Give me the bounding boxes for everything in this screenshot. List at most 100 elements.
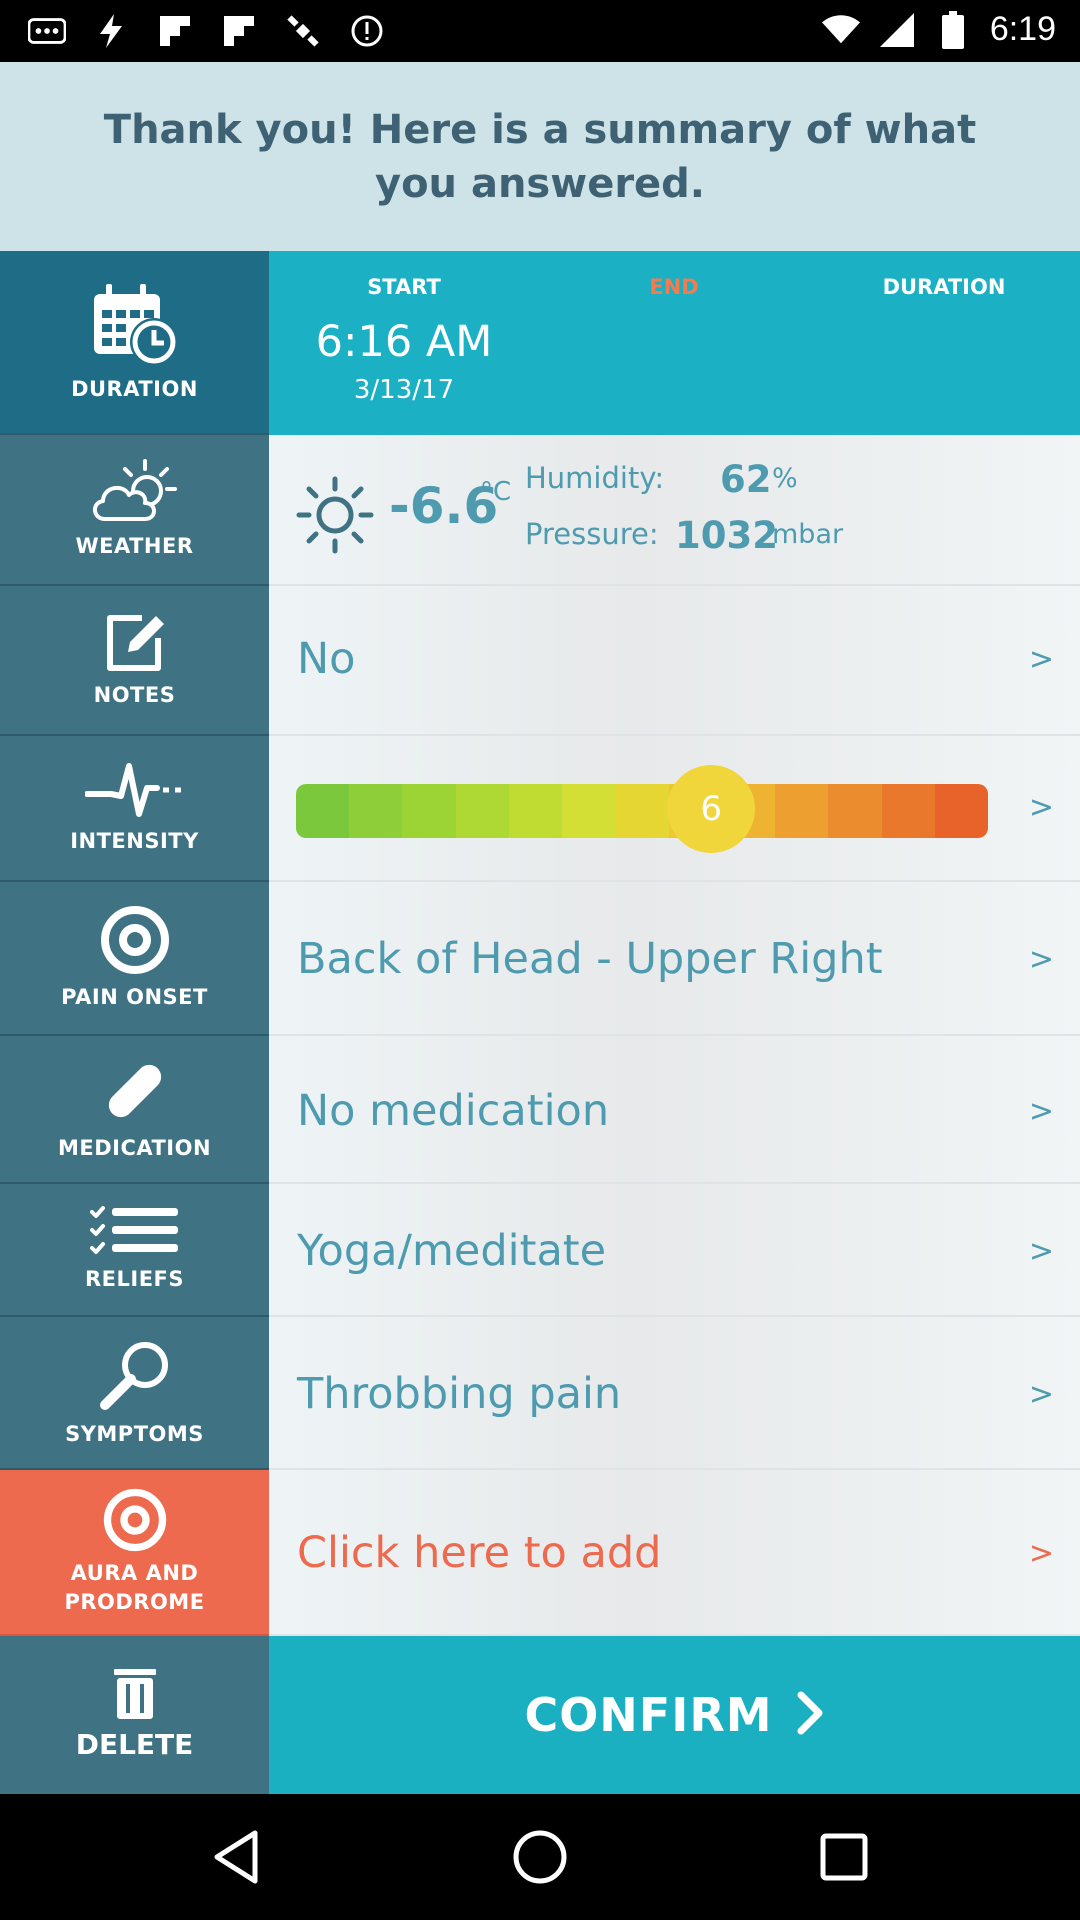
wifi-icon [821,11,860,49]
intensity-segment[interactable] [881,784,935,838]
pressure-label: Pressure: [525,517,659,551]
pressure-unit: mbar [772,519,844,550]
home-icon[interactable] [510,1827,570,1887]
sidebar-item-label: MEDICATION [57,1136,212,1160]
reliefs-row[interactable]: Yoga/meditate > [269,1184,1080,1317]
sidebar-item-symptoms[interactable]: SYMPTOMS [0,1317,269,1470]
start-time[interactable]: 6:16 AM [304,317,504,367]
intensity-segment[interactable] [934,784,988,838]
intensity-segment[interactable] [562,784,616,838]
target-icon [102,1487,168,1553]
intensity-segment[interactable] [296,784,350,838]
sidebar-item-label: NOTES [93,683,176,707]
sidebar-item-label: INTENSITY [70,829,199,853]
pressure-value: 1032 [675,514,778,557]
intensity-segment[interactable] [828,784,882,838]
pain-onset-row[interactable]: Back of Head - Upper Right > [269,882,1080,1036]
sidebar-item-pain-onset[interactable]: PAIN ONSET [0,882,269,1036]
chevron-right-icon: > [1028,1377,1054,1412]
intensity-row[interactable]: 6 > [269,736,1080,882]
humidity-unit: % [772,463,798,494]
aura-add-link[interactable]: Click here to add [297,1528,661,1578]
edit-note-icon [102,610,168,674]
battery-icon [934,10,972,49]
intensity-segment[interactable] [402,784,456,838]
satellite-icon [284,12,322,50]
sidebar-item-weather[interactable]: WEATHER [0,435,269,586]
chevron-right-icon: > [1028,790,1054,825]
sun-icon [295,475,375,560]
pain-onset-value: Back of Head - Upper Right [297,934,883,984]
duration-panel[interactable]: START END DURATION 6:16 AM 3/13/17 [269,251,1080,435]
chevron-right-icon: > [1028,1234,1054,1269]
summary-header: Thank you! Here is a summary of what you… [0,62,1080,251]
target-icon [99,904,171,976]
lightning-icon [92,12,130,50]
delete-button[interactable]: DELETE [0,1636,269,1794]
system-icons: 6:19 [821,10,1056,49]
start-header[interactable]: START [304,275,504,299]
signal-icon [878,11,916,49]
intensity-segment[interactable] [775,784,829,838]
pill-icon [99,1055,171,1127]
intensity-segment[interactable] [615,784,669,838]
symptoms-row[interactable]: Throbbing pain > [269,1317,1080,1470]
status-bar: 6:19 [0,0,1080,62]
humidity-value: 62 [720,458,772,501]
sidebar-item-duration[interactable]: DURATION [0,251,269,435]
notification-icons [28,12,386,50]
start-date[interactable]: 3/13/17 [304,375,504,405]
medication-row[interactable]: No medication > [269,1036,1080,1184]
intensity-segment[interactable] [349,784,403,838]
sidebar-item-label: RELIEFS [84,1266,185,1291]
chevron-right-icon: > [1028,1536,1054,1571]
temperature-unit: °C [480,477,512,507]
calendar-clock-icon [90,280,180,368]
confirm-button[interactable]: CONFIRM [269,1636,1080,1794]
pulse-icon [84,760,185,820]
chevron-right-icon: > [1028,1094,1054,1129]
chevron-right-icon: > [1028,942,1054,977]
confirm-label: CONFIRM [524,1688,773,1742]
symptoms-value: Throbbing pain [297,1369,622,1419]
chevron-right-icon: > [1028,642,1054,677]
sidebar-item-aura[interactable]: AURA AND PRODROME [0,1470,269,1636]
intensity-segment[interactable] [508,784,563,838]
aura-label-line1: AURA AND [70,1561,199,1585]
sidebar-item-label: SYMPTOMS [65,1421,204,1446]
recents-icon[interactable] [814,1827,874,1887]
back-icon[interactable] [206,1827,266,1887]
aura-label-line2: PRODROME [64,1590,205,1614]
sidebar-item-label: AURA AND PRODROME [64,1559,204,1617]
alert-icon [348,12,386,50]
magnifier-icon [97,1337,173,1413]
aura-row[interactable]: Click here to add > [269,1470,1080,1636]
intensity-segment[interactable] [455,784,509,838]
end-header[interactable]: END [574,275,774,299]
medication-value: No medication [297,1086,610,1136]
clock: 6:19 [989,10,1056,48]
navigation-bar [0,1794,1080,1920]
sidebar-item-notes[interactable]: NOTES [0,586,269,736]
trash-icon [113,1669,156,1724]
flipboard-icon [156,12,194,50]
page-title: Thank you! Here is a summary of what you… [103,106,977,207]
notes-value: No [297,634,356,684]
sidebar-item-label: DURATION [71,377,198,401]
flipboard-icon [220,12,258,50]
intensity-scale[interactable] [296,784,988,838]
sidebar-item-intensity[interactable]: INTENSITY [0,736,269,882]
delete-label: DELETE [75,1728,194,1761]
chevron-right-icon [797,1691,825,1740]
notes-row[interactable]: No > [269,586,1080,736]
sidebar-item-medication[interactable]: MEDICATION [0,1036,269,1184]
weather-row[interactable]: -6.6 °C Humidity: 62 % Pressure: 1032 mb… [269,435,1080,586]
sidebar-item-label: WEATHER [75,533,194,558]
cloud-sun-icon [89,458,181,525]
humidity-label: Humidity: [525,461,665,495]
intensity-knob[interactable]: 6 [667,765,756,853]
duration-header: DURATION [882,275,1006,299]
sidebar-item-reliefs[interactable]: RELIEFS [0,1184,269,1317]
more-icon [28,12,66,50]
checklist-icon [89,1205,180,1258]
